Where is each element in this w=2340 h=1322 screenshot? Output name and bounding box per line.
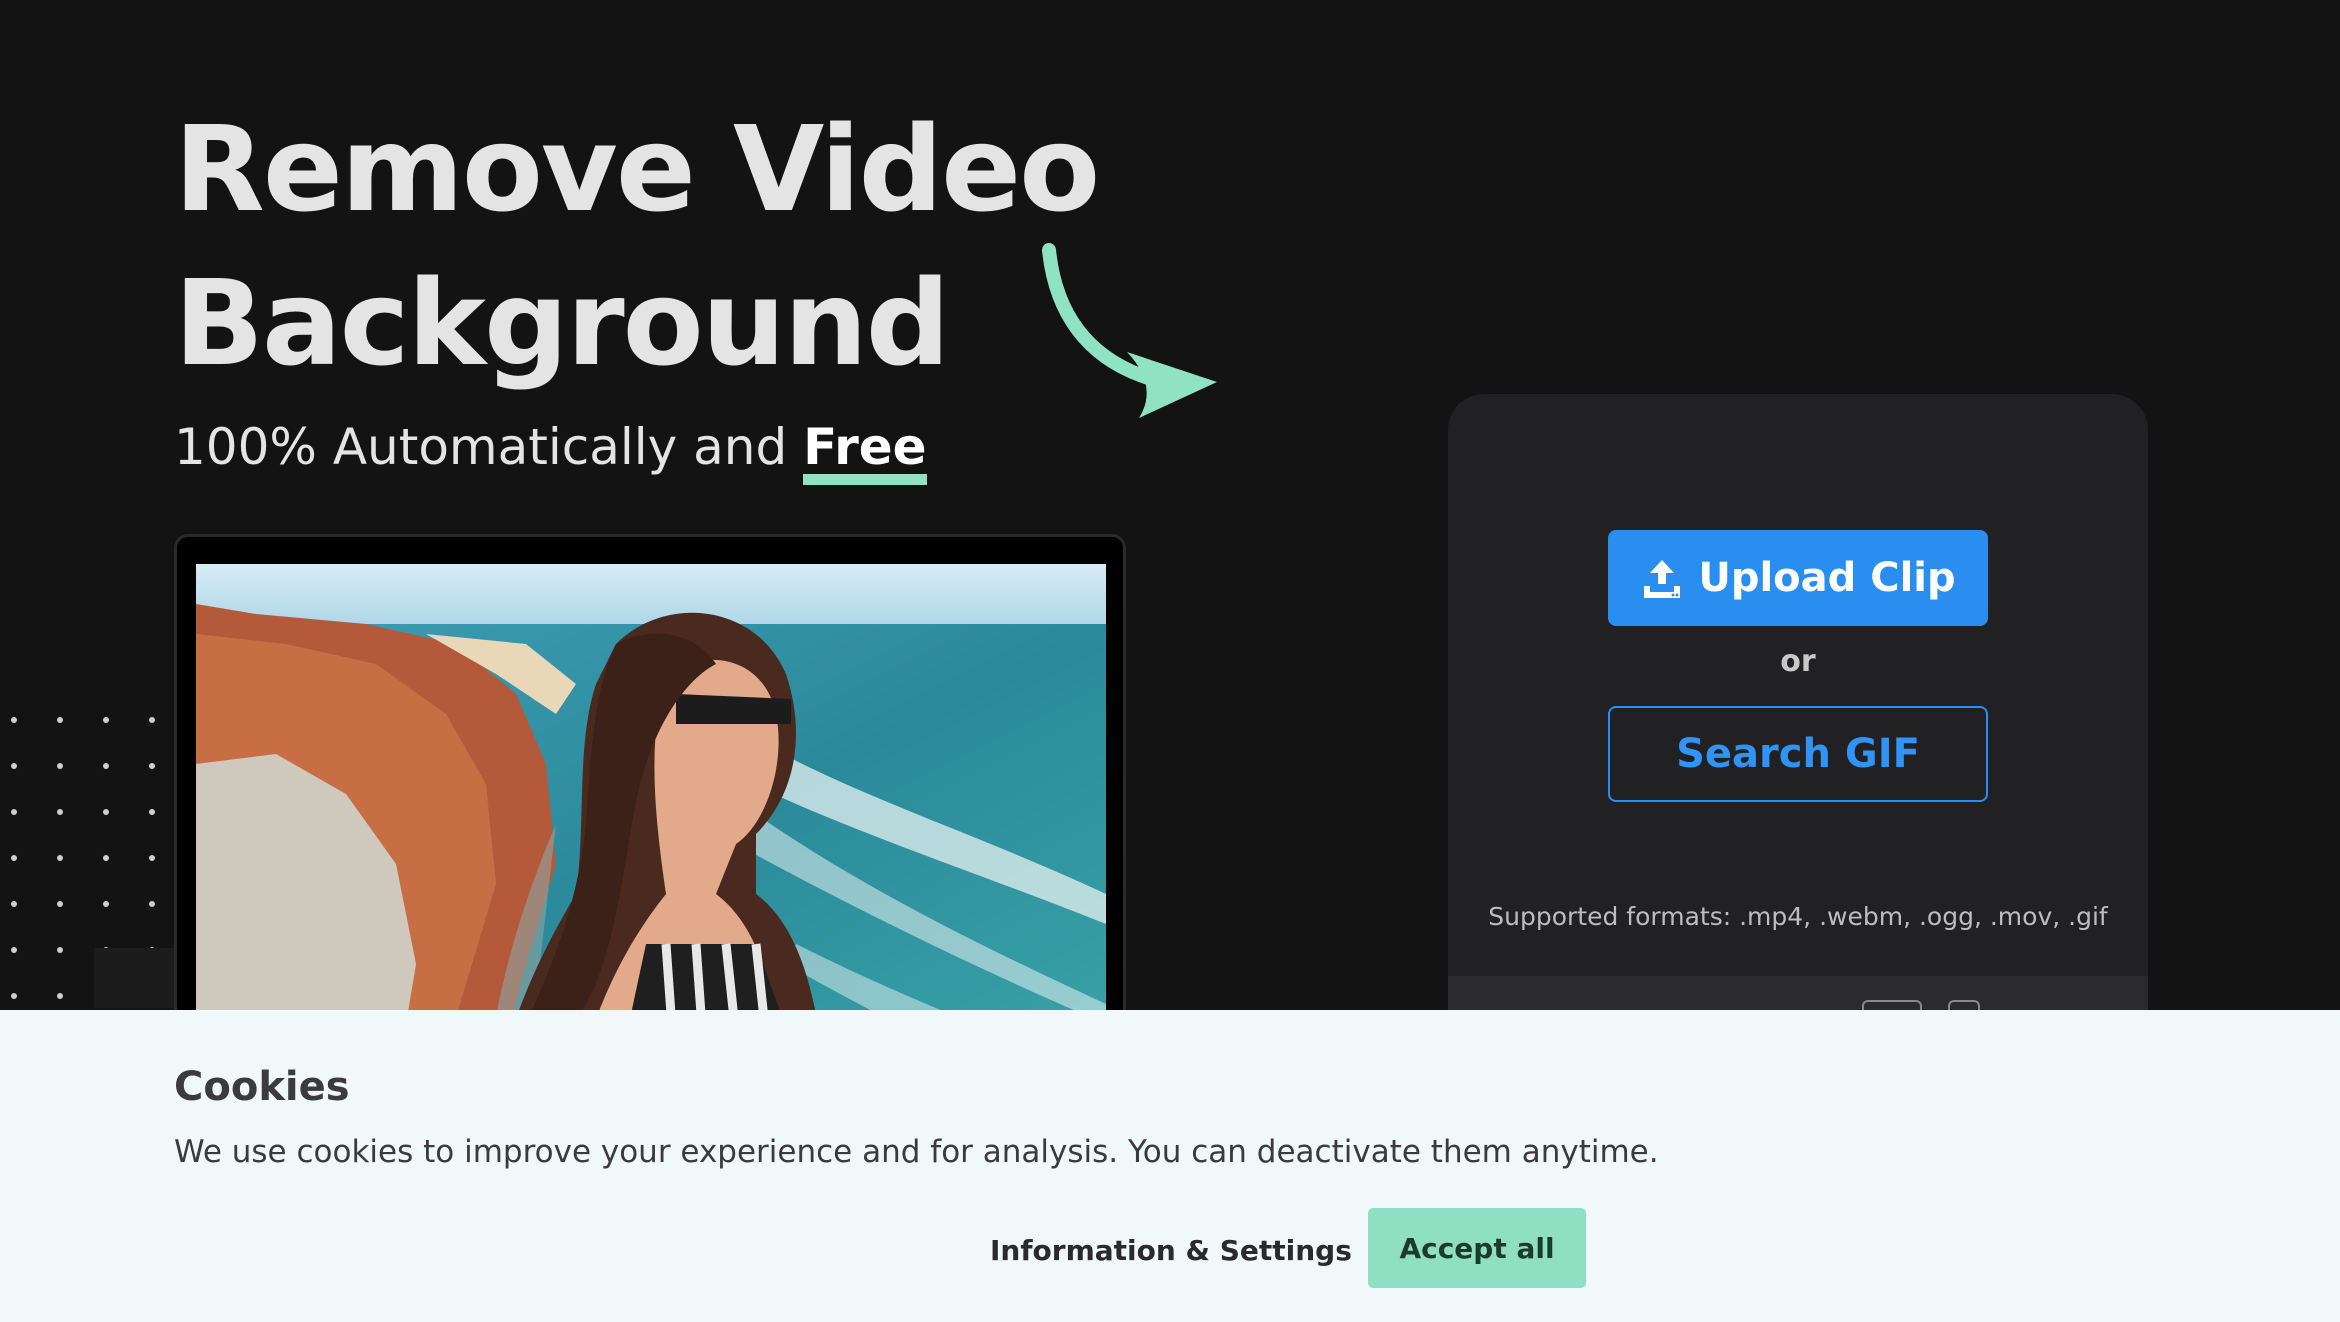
hero-title-line-2: Background <box>174 254 950 392</box>
upload-clip-button[interactable]: Upload Clip <box>1608 530 1988 626</box>
cookie-text: We use cookies to improve your experienc… <box>174 1134 1659 1170</box>
information-settings-button[interactable]: Information & Settings <box>990 1210 1352 1290</box>
upload-icon <box>1644 560 1681 598</box>
curved-arrow-icon <box>1042 243 1217 418</box>
hero-subtitle-text: 100% Automatically and <box>174 418 804 476</box>
cookie-banner: Cookies We use cookies to improve your e… <box>0 1010 2340 1322</box>
decorative-block <box>94 948 174 1008</box>
upload-card: Upload Clip or Search GIF Supported form… <box>1448 394 2148 1094</box>
or-separator: or <box>1780 644 1816 679</box>
upload-clip-label: Upload Clip <box>1698 555 1956 601</box>
search-gif-button[interactable]: Search GIF <box>1608 706 1988 802</box>
hero-title: Remove Video Background <box>174 92 1174 400</box>
supported-formats: Supported formats: .mp4, .webm, .ogg, .m… <box>1488 902 2108 931</box>
page: Remove Video Background 100% Automatical… <box>0 0 2340 1322</box>
video-preview-image <box>196 564 1106 1084</box>
accept-all-button[interactable]: Accept all <box>1368 1208 1586 1288</box>
video-preview <box>196 564 1106 1084</box>
hero-subtitle-emphasis: Free <box>803 420 927 485</box>
cookie-title: Cookies <box>174 1064 350 1110</box>
hero-title-line-1: Remove Video <box>174 100 1100 238</box>
hero-subtitle: 100% Automatically and Free <box>174 414 927 485</box>
